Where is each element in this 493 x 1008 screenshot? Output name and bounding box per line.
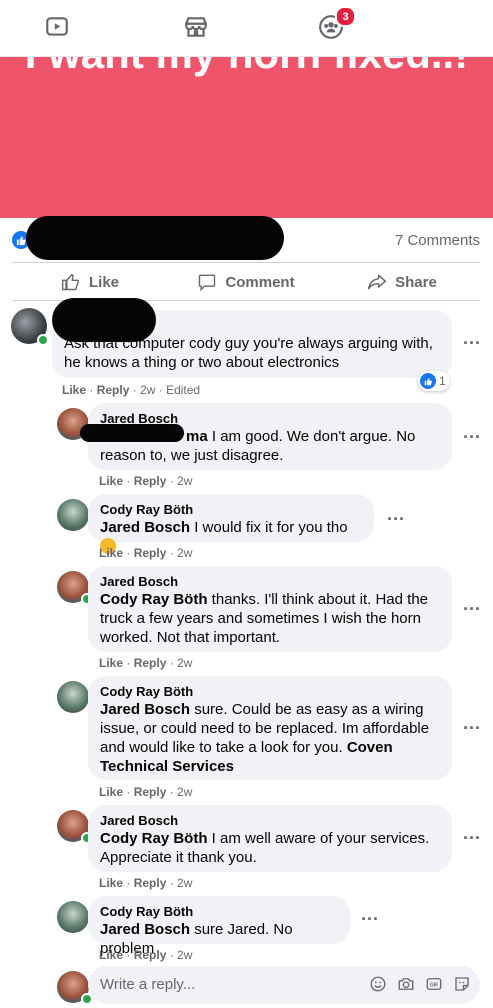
commenter-name[interactable]: Cody Ray Böth xyxy=(100,904,338,920)
reply-input[interactable]: Write a reply... GIF xyxy=(88,966,480,1004)
post-banner: I want my horn fixed..! xyxy=(0,57,493,218)
comment-like-button[interactable]: Like xyxy=(99,546,123,560)
comment-time[interactable]: 2w xyxy=(140,383,155,397)
comment-reply-button[interactable]: Reply xyxy=(97,383,130,397)
top-nav: 3 xyxy=(0,0,493,57)
commenter-name[interactable]: Cody Ray Böth xyxy=(100,684,440,700)
comment-reply-button[interactable]: Reply xyxy=(134,876,167,890)
notification-badge: 3 xyxy=(335,6,356,27)
redaction xyxy=(26,216,284,260)
comment-like-button[interactable]: Like xyxy=(99,474,123,488)
mention-tag[interactable]: Jared Bosch xyxy=(100,519,190,536)
share-button[interactable]: Share xyxy=(324,264,480,300)
comment-time[interactable]: 2w xyxy=(177,546,192,560)
comment-reply-button[interactable]: Reply xyxy=(134,656,167,670)
like-label: Like xyxy=(88,273,119,291)
comment-bubble: Cody Ray Böth Jared Bosch sure. Could be… xyxy=(88,676,452,780)
comment-meta: Like · Reply · 2w xyxy=(99,948,193,962)
mention-tag[interactable]: Cody Ray Böth xyxy=(100,591,208,608)
video-icon[interactable] xyxy=(42,12,72,42)
comment-meta: Like · Reply · 2w xyxy=(99,785,193,799)
sticker-icon[interactable] xyxy=(452,974,472,994)
store-icon[interactable] xyxy=(181,12,211,42)
avatar[interactable] xyxy=(57,681,89,713)
comment-meta: Like · Reply · 2w xyxy=(99,546,193,560)
avatar[interactable] xyxy=(57,499,89,531)
divider xyxy=(12,262,480,263)
online-indicator xyxy=(37,334,49,346)
comment-time[interactable]: 2w xyxy=(177,656,192,670)
comment-meta: Like · Reply · 2w xyxy=(99,656,193,670)
more-options-icon[interactable]: ··· xyxy=(460,600,484,622)
banner-text: I want my horn fixed..! xyxy=(0,57,493,75)
comment-time[interactable]: 2w xyxy=(177,785,192,799)
comment-button[interactable]: Comment xyxy=(168,264,324,300)
comment-like-button[interactable]: Like xyxy=(99,876,123,890)
comment-icon xyxy=(199,274,216,292)
comment-meta: Like · Reply · 2w xyxy=(99,876,193,890)
avatar[interactable] xyxy=(57,901,89,933)
svg-text:GIF: GIF xyxy=(430,983,440,989)
comment-time[interactable]: 2w xyxy=(177,876,192,890)
redaction xyxy=(52,298,156,342)
comment-text: I would fix it for you tho xyxy=(190,519,348,536)
camera-icon[interactable] xyxy=(396,974,416,994)
like-reaction-icon xyxy=(420,373,436,389)
commenter-name[interactable]: Jared Bosch xyxy=(100,574,440,590)
groups-icon[interactable]: 3 xyxy=(316,6,356,42)
edited-label: Edited xyxy=(166,383,201,397)
reaction-count: 1 xyxy=(439,374,446,388)
comment-reply-button[interactable]: Reply xyxy=(134,948,167,962)
gif-icon[interactable]: GIF xyxy=(424,974,444,994)
comment-like-button[interactable]: Like xyxy=(99,656,123,670)
more-options-icon[interactable]: ··· xyxy=(384,510,408,532)
more-options-icon[interactable]: ··· xyxy=(460,829,484,851)
mention-tag[interactable]: Jared Bosch xyxy=(100,921,190,938)
commenter-name[interactable]: Cody Ray Böth xyxy=(100,502,362,518)
comment-time[interactable]: 2w xyxy=(177,474,192,488)
comment-bubble: Jared Bosch Cody Ray Böth I am well awar… xyxy=(88,805,452,872)
comment-like-button[interactable]: Like xyxy=(99,948,123,962)
share-icon xyxy=(368,274,387,290)
post-actions: Like Comment Share xyxy=(12,264,480,300)
more-options-icon[interactable]: ··· xyxy=(460,719,484,741)
more-options-icon[interactable]: ··· xyxy=(460,428,484,450)
comment-bubble: Cody Ray Böth Jared Bosch I would fix it… xyxy=(88,494,374,554)
comment-like-button[interactable]: Like xyxy=(99,785,123,799)
comment-reply-button[interactable]: Reply xyxy=(134,474,167,488)
comment-time[interactable]: 2w xyxy=(177,948,192,962)
redaction xyxy=(80,424,184,442)
comment-reply-button[interactable]: Reply xyxy=(134,546,167,560)
more-options-icon[interactable]: ··· xyxy=(358,910,382,932)
reply-placeholder: Write a reply... xyxy=(100,976,196,993)
reactions-summary[interactable]: 7 Comments xyxy=(12,216,480,260)
comment-label: Comment xyxy=(225,273,295,291)
comment-reply-button[interactable]: Reply xyxy=(134,785,167,799)
thumbs-up-icon xyxy=(61,273,79,291)
commenter-name[interactable]: Jared Bosch xyxy=(100,813,440,829)
comment-meta: Like · Reply · 2w · Edited xyxy=(62,383,201,397)
comment-reaction-count[interactable]: 1 xyxy=(418,371,450,391)
comment-bubble: Jared Bosch Cody Ray Böth thanks. I'll t… xyxy=(88,566,452,652)
comment-bubble: Cody Ray Böth Jared Bosch sure Jared. No… xyxy=(88,896,350,957)
mention-tag[interactable]: Jared Bosch xyxy=(100,701,190,718)
share-label: Share xyxy=(395,273,437,291)
comment-meta: Like · Reply · 2w xyxy=(99,474,193,488)
comment-like-button[interactable]: Like xyxy=(62,383,86,397)
emoji-icon[interactable] xyxy=(368,974,388,994)
comments-count[interactable]: 7 Comments xyxy=(395,232,480,249)
mention-tag[interactable]: Cody Ray Böth xyxy=(100,830,208,847)
more-options-icon[interactable]: ··· xyxy=(460,334,484,356)
like-button[interactable]: Like xyxy=(12,264,168,300)
